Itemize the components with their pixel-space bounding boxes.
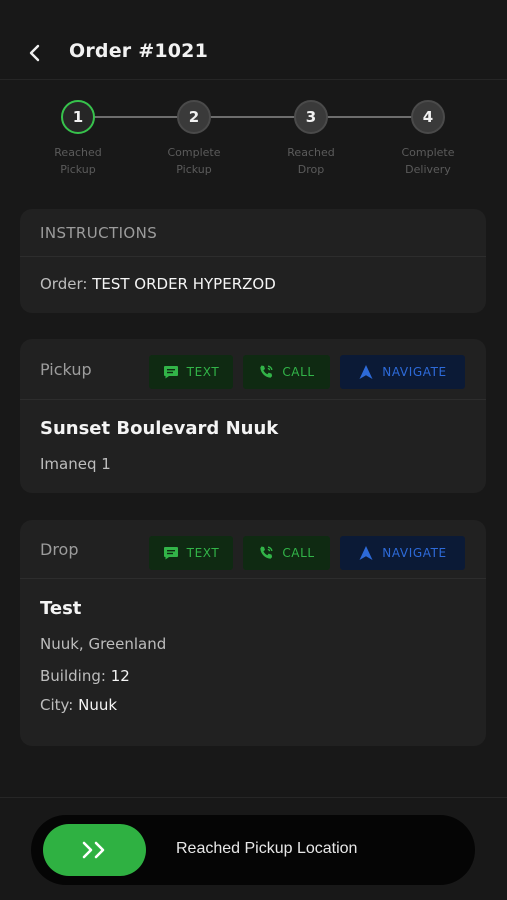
pickup-address: Imaneq 1 bbox=[40, 455, 111, 473]
drop-card: Drop TEXT CALL NAVIGATE Test Nuuk, Green… bbox=[20, 520, 486, 746]
pickup-body: Sunset Boulevard Nuuk Imaneq 1 bbox=[20, 400, 486, 491]
phone-icon bbox=[260, 365, 273, 378]
step-label: Reached Pickup bbox=[54, 146, 102, 176]
order-value: TEST ORDER HYPERZOD bbox=[92, 275, 276, 293]
message-icon bbox=[163, 366, 178, 379]
step-complete-delivery: 4 Complete Delivery bbox=[368, 96, 488, 178]
drop-title: Drop bbox=[40, 539, 79, 559]
pickup-call-button[interactable]: CALL bbox=[243, 355, 330, 389]
slider-knob[interactable] bbox=[43, 824, 146, 876]
instructions-title: INSTRUCTIONS bbox=[40, 223, 158, 242]
step-label: Complete Pickup bbox=[167, 146, 221, 176]
phone-icon bbox=[260, 546, 273, 559]
order-instruction: Order: TEST ORDER HYPERZOD bbox=[40, 275, 466, 293]
back-button[interactable] bbox=[22, 38, 48, 68]
page-title: Order #1021 bbox=[69, 40, 208, 62]
pickup-card: Pickup TEXT CALL NAVIGATE Sunset Bouleva… bbox=[20, 339, 486, 493]
drop-body: Test Nuuk, Greenland Building: 12 City: … bbox=[20, 579, 486, 732]
step-label: Complete Delivery bbox=[401, 146, 455, 176]
step-label: Reached Drop bbox=[287, 146, 335, 176]
instructions-body: Order: TEST ORDER HYPERZOD bbox=[20, 257, 486, 311]
pickup-title: Pickup bbox=[40, 359, 92, 379]
step-reached-drop: 3 Reached Drop bbox=[251, 96, 371, 178]
step-number: 1 bbox=[61, 100, 95, 134]
drop-actions: TEXT CALL NAVIGATE bbox=[149, 536, 465, 570]
drop-name: Test bbox=[40, 598, 82, 619]
step-reached-pickup: 1 Reached Pickup bbox=[18, 96, 138, 178]
drop-navigate-button[interactable]: NAVIGATE bbox=[340, 536, 465, 570]
swipe-action-slider[interactable]: Reached Pickup Location bbox=[31, 815, 475, 885]
step-number: 3 bbox=[294, 100, 328, 134]
order-progress-stepper: 1 Reached Pickup 2 Complete Pickup 3 Rea… bbox=[0, 96, 507, 186]
pickup-header: Pickup TEXT CALL NAVIGATE bbox=[20, 339, 486, 400]
drop-building: Building: 12 bbox=[40, 667, 466, 685]
pickup-text-button[interactable]: TEXT bbox=[149, 355, 233, 389]
building-value: 12 bbox=[110, 667, 130, 685]
drop-city: City: Nuuk bbox=[40, 696, 466, 714]
message-icon bbox=[163, 547, 178, 560]
drop-call-button[interactable]: CALL bbox=[243, 536, 330, 570]
drop-address: Nuuk, Greenland bbox=[40, 635, 167, 653]
drop-text-button[interactable]: TEXT bbox=[149, 536, 233, 570]
building-label: Building: bbox=[40, 667, 106, 685]
chevron-left-icon bbox=[29, 44, 40, 62]
step-complete-pickup: 2 Complete Pickup bbox=[134, 96, 254, 178]
step-number: 2 bbox=[177, 100, 211, 134]
double-chevron-right-icon bbox=[82, 841, 104, 859]
pickup-actions: TEXT CALL NAVIGATE bbox=[149, 355, 465, 389]
drop-header: Drop TEXT CALL NAVIGATE bbox=[20, 520, 486, 579]
pickup-name: Sunset Boulevard Nuuk bbox=[40, 418, 279, 439]
city-value: Nuuk bbox=[78, 696, 118, 714]
order-label: Order: bbox=[40, 275, 88, 293]
instructions-card: INSTRUCTIONS Order: TEST ORDER HYPERZOD bbox=[20, 209, 486, 313]
pickup-navigate-button[interactable]: NAVIGATE bbox=[340, 355, 465, 389]
step-number: 4 bbox=[411, 100, 445, 134]
instructions-header: INSTRUCTIONS bbox=[20, 209, 486, 257]
navigation-arrow-icon bbox=[359, 546, 373, 560]
slider-label: Reached Pickup Location bbox=[176, 840, 358, 857]
navigation-arrow-icon bbox=[359, 365, 373, 379]
city-label: City: bbox=[40, 696, 74, 714]
app-header: Order #1021 bbox=[0, 0, 507, 80]
bottom-action-bar: Reached Pickup Location bbox=[0, 797, 507, 900]
